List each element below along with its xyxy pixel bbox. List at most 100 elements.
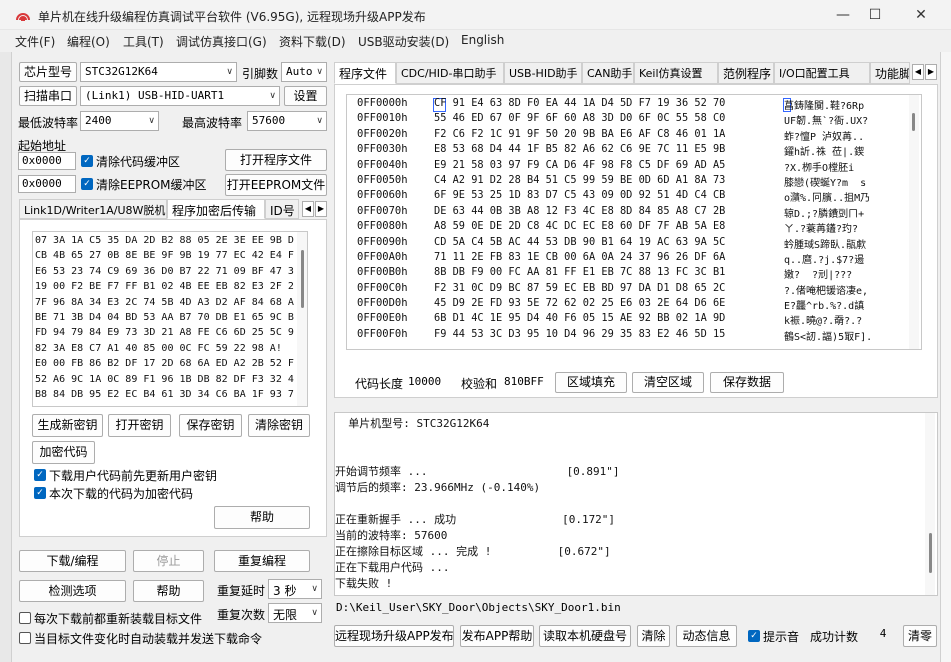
publish-help-button[interactable]: 发布APP帮助	[460, 625, 534, 647]
chevron-down-icon: ∨	[148, 116, 155, 126]
open-key-button[interactable]: 打开密钥	[108, 414, 171, 437]
hex-dump-view[interactable]: 0FF0000h CF 91 E4 63 8D F0 EA 44 1A D4 5D…	[346, 94, 922, 350]
tab-can[interactable]: CAN助手	[582, 62, 634, 84]
port-select[interactable]: (Link1) USB-HID-UART1 ∨	[80, 86, 280, 106]
tab-offline-writer[interactable]: Link1D/Writer1A/U8W脱机	[19, 199, 167, 219]
save-key-button[interactable]: 保存密钥	[179, 414, 242, 437]
update-key-checkbox[interactable]: ✓	[34, 469, 46, 481]
hex-row-ascii: o濻%.冋臏..抯M乃	[784, 193, 871, 205]
hex-row-address: 0FF0010h	[357, 112, 408, 125]
check-options-button[interactable]: 检测选项	[19, 580, 126, 602]
help-button-2[interactable]: 帮助	[133, 580, 204, 602]
tab-scroll-left-icon[interactable]: ◀	[912, 64, 924, 80]
maximize-button[interactable]: ☐	[860, 4, 890, 26]
close-button[interactable]: ✕	[906, 4, 936, 26]
hex-row-address: 0FF0090h	[357, 235, 408, 248]
key-hex-line: BE 71 3B D4 04 BD 53 AA B7 70 DB E1 65 9…	[35, 312, 295, 324]
download-program-button[interactable]: 下载/编程	[19, 550, 126, 572]
menu-usb-driver[interactable]: USB驱动安装(D)	[358, 33, 449, 50]
min-baud-select[interactable]: 2400 ∨	[80, 111, 159, 131]
menu-download[interactable]: 资料下载(D)	[279, 33, 346, 50]
log-output[interactable]: 单片机型号: STC32G12K64 开始调节频率 ... [0.891"] 调节后…	[334, 412, 938, 596]
tab-program-file[interactable]: 程序文件	[334, 62, 396, 84]
encrypted-download-checkbox[interactable]: ✓	[34, 487, 46, 499]
chip-model-select[interactable]: STC32G12K64 ∨	[80, 62, 237, 82]
file-path-display: D:\Keil_User\SKY_Door\Objects\SKY_Door1.…	[334, 598, 938, 618]
hex-row-ascii: 膝戀(碶蜒Y?m s	[784, 177, 867, 189]
success-count-value: 4	[879, 627, 887, 640]
save-data-button[interactable]: 保存数据	[710, 372, 784, 393]
clear-eeprom-checkbox[interactable]: ✓	[81, 178, 93, 190]
repeat-delay-value: 3 秒	[273, 584, 297, 598]
key-hex-view[interactable]: 07 3A 1A C5 35 DA 2D B2 88 05 2E 3E EE 9…	[32, 231, 308, 407]
tab-scroll-right-icon[interactable]: ▶	[315, 201, 327, 217]
window-title: 单片机在线升级编程仿真调试平台软件 (V6.95G), 远程现场升级APP发布	[38, 10, 426, 24]
clear-area-button[interactable]: 清空区域	[632, 372, 704, 393]
menu-debug[interactable]: 调试仿真接口(G)	[176, 33, 267, 50]
tab-scroll-right-icon[interactable]: ▶	[925, 64, 937, 80]
tab-id-number[interactable]: ID号	[265, 199, 299, 219]
tab-examples[interactable]: 范例程序	[718, 62, 774, 84]
tab-scroll-left-icon[interactable]: ◀	[302, 201, 314, 217]
hex-row-address: 0FF0080h	[357, 220, 408, 233]
log-scrollbar[interactable]	[925, 413, 935, 595]
log-lines: 单片机型号: STC32G12K64 开始调节频率 ... [0.891"] 调节后…	[335, 416, 921, 592]
menu-tools[interactable]: 工具(T)	[123, 33, 164, 50]
read-disk-id-button[interactable]: 读取本机硬盘号	[539, 625, 631, 647]
title-bar: 单片机在线升级编程仿真调试平台软件 (V6.95G), 远程现场升级APP发布 …	[0, 0, 951, 30]
key-hex-scrollbar[interactable]	[297, 232, 307, 406]
tab-usb-hid[interactable]: USB-HID助手	[504, 62, 582, 84]
chevron-down-icon: ∨	[226, 67, 233, 77]
repeat-delay-select[interactable]: 3 秒 ∨	[268, 579, 322, 599]
scroll-thumb[interactable]	[929, 533, 932, 573]
settings-button[interactable]: 设置	[284, 86, 327, 106]
menu-program[interactable]: 编程(O)	[67, 33, 110, 50]
max-baud-select[interactable]: 57600 ∨	[247, 111, 327, 131]
encrypt-code-button[interactable]: 加密代码	[32, 441, 95, 464]
hex-row-ascii: ?.偖唵杷锾谘凄e,	[784, 285, 869, 297]
repeat-program-button[interactable]: 重复编程	[214, 550, 310, 572]
repeat-count-select[interactable]: 无限 ∨	[268, 603, 322, 623]
dynamic-info-button[interactable]: 动态信息	[676, 625, 737, 647]
sound-label: 提示音	[763, 630, 800, 644]
scroll-thumb[interactable]	[912, 113, 915, 131]
minimize-button[interactable]: —	[828, 4, 858, 26]
tab-keil-sim[interactable]: Keil仿真设置	[634, 62, 718, 84]
publish-app-button[interactable]: 远程现场升级APP发布	[334, 625, 454, 647]
hex-row-address: 0FF00D0h	[357, 297, 408, 310]
tab-cdc-hid-serial[interactable]: CDC/HID-串口助手	[396, 62, 504, 84]
stop-button[interactable]: 停止	[133, 550, 204, 572]
menu-english[interactable]: English	[461, 33, 504, 47]
log-line: 调节后的频率: 23.966MHz (-0.140%)	[335, 481, 541, 494]
key-hex-line: CB 4B 65 27 0B 8E BE 9F 9B 19 77 EC 42 E…	[35, 250, 294, 262]
clear-code-checkbox[interactable]: ✓	[81, 155, 93, 167]
log-line: 单片机型号: STC32G12K64	[335, 417, 490, 430]
pin-count-select[interactable]: Auto ∨	[281, 62, 327, 82]
log-line: 下载失败 !	[335, 577, 393, 590]
hex-row: 0FF00F0h F9 44 53 3C D3 95 10 D4 96 29 35…	[347, 328, 907, 343]
sound-checkbox[interactable]: ✓	[748, 630, 760, 642]
open-eeprom-file-button[interactable]: 打开EEPROM文件	[225, 174, 327, 196]
hex-dump-scrollbar[interactable]	[909, 95, 919, 349]
scan-port-button[interactable]: 扫描串口	[19, 86, 77, 106]
area-fill-button[interactable]: 区域填充	[555, 372, 627, 393]
open-program-file-button[interactable]: 打开程序文件	[225, 149, 327, 171]
chip-model-button[interactable]: 芯片型号	[19, 62, 77, 82]
clear-log-button[interactable]: 清除	[637, 625, 670, 647]
help-button[interactable]: 帮助	[214, 506, 310, 529]
generate-key-button[interactable]: 生成新密钥	[32, 414, 103, 437]
scroll-thumb[interactable]	[301, 250, 304, 308]
auto-reload-checkbox[interactable]	[19, 632, 31, 644]
reload-before-download-checkbox[interactable]	[19, 612, 31, 624]
tab-io-config[interactable]: I/O口配置工具	[774, 62, 870, 84]
clear-key-button[interactable]: 清除密钥	[248, 414, 310, 437]
tab-functions[interactable]: 功能脚	[870, 62, 910, 84]
code-address-input[interactable]: 0x0000	[18, 152, 76, 170]
menu-file[interactable]: 文件(F)	[15, 33, 55, 50]
tab-encrypted-transfer[interactable]: 程序加密后传输	[167, 199, 265, 219]
hex-row: 0FF0090h CD 5A C4 5B AC 44 53 DB 90 B1 64…	[347, 236, 907, 251]
reset-count-button[interactable]: 清零	[903, 625, 937, 647]
eeprom-address-input[interactable]: 0x0000	[18, 175, 76, 193]
